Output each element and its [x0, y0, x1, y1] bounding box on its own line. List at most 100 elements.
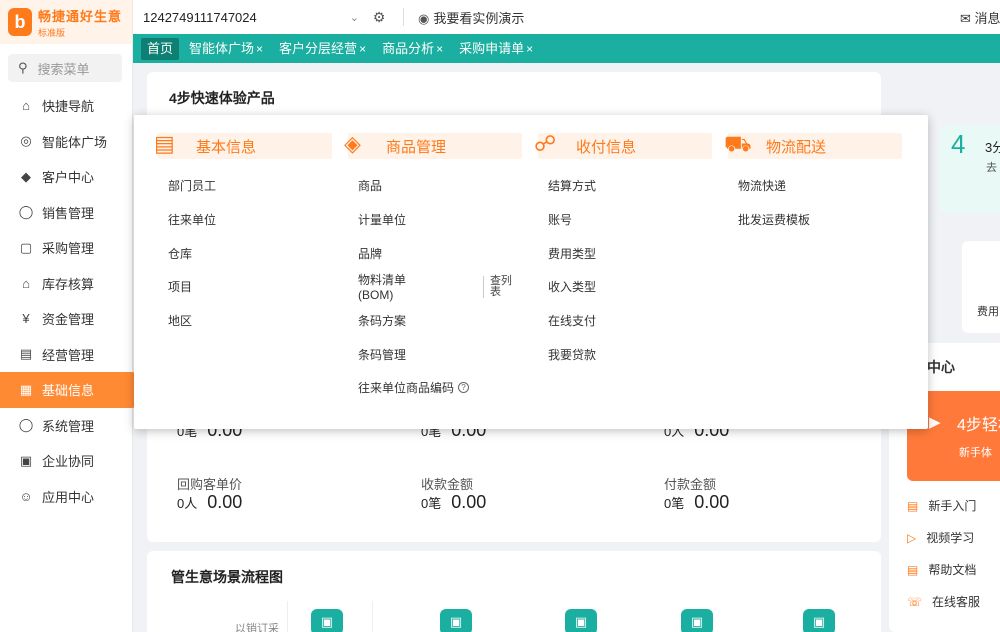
sidebar-item-quick-nav[interactable]: ⌂ 快捷导航: [0, 88, 132, 124]
sidebar-item-ai-plaza[interactable]: ◎ 智能体广场: [0, 124, 132, 160]
menu-column-products: ◈ 商品管理 商品 计量单位 品牌 物料清单(BOM) 查列表 条码方案 条码管理 …: [344, 131, 522, 405]
mini-card-expense[interactable]: 费用: [962, 241, 1000, 333]
menu-item-product[interactable]: 商品: [358, 169, 522, 203]
headset-icon: ☏: [907, 595, 923, 609]
home-icon: ⌂: [22, 98, 30, 114]
account-number: 1242749111747024: [143, 9, 257, 25]
eye-icon: ◉: [418, 10, 430, 26]
menu-item-region[interactable]: 地区: [168, 304, 332, 338]
help-link-docs[interactable]: ▤ 帮助文档: [907, 561, 976, 578]
package-icon[interactable]: ▣: [565, 609, 597, 632]
receipts-label: 收款金额: [421, 477, 474, 492]
divider: [403, 8, 404, 26]
menu-item-partners[interactable]: 往来单位: [168, 203, 332, 237]
menu-item-online-pay[interactable]: 在线支付: [548, 304, 712, 338]
menu-item-freight-template[interactable]: 批发运费模板: [738, 203, 902, 237]
truck-icon: ⛟: [724, 131, 752, 156]
warehouse-icon: ⌂: [22, 275, 30, 291]
demo-link[interactable]: ◉ 我要看实例演示: [418, 8, 524, 27]
tab-home[interactable]: 首页: [141, 37, 180, 60]
column-header-products: ◈ 商品管理: [344, 131, 522, 159]
menu-item-bom[interactable]: 物料清单(BOM) 查列表: [358, 270, 522, 304]
clipboard-icon: ▤: [19, 346, 33, 362]
sidebar-item-operations[interactable]: ▤ 经营管理: [0, 337, 132, 373]
menu-item-loan[interactable]: 我要贷款: [548, 337, 712, 371]
sidebar: b 畅捷通好生意 标准版 ⚲ 搜索菜单 ⌂ 快捷导航 ◎ 智能体广场 ◆ 客户中心 ◯…: [0, 0, 136, 632]
play-icon: ▷: [907, 531, 917, 545]
menu-column-payments: ☍ 收付信息 结算方式 账号 费用类型 收入类型 在线支付 我要贷款: [534, 131, 712, 371]
menu-item-income-type[interactable]: 收入类型: [548, 270, 712, 304]
basic-info-icon: ▤: [154, 131, 175, 156]
invoice-icon[interactable]: ▣: [803, 609, 835, 632]
menu-item-express[interactable]: 物流快递: [738, 169, 902, 203]
column-header-basic-info: ▤ 基本信息: [154, 131, 332, 159]
flow-chart-card: 管生意场景流程图 以销订采 ▣ ▣ ▣ ▣ ▣: [147, 551, 881, 632]
payments-label: 付款金额: [664, 477, 717, 492]
menu-search-placeholder: 搜索菜单: [37, 61, 90, 77]
account-select[interactable]: 1242749111747024 ⌄: [133, 10, 363, 25]
menu-item-project[interactable]: 项目: [168, 270, 332, 304]
menu-item-account[interactable]: 账号: [548, 203, 712, 237]
diamond-icon: ◆: [21, 168, 31, 184]
menu-item-unit[interactable]: 计量单位: [358, 203, 522, 237]
step-number: 4: [951, 129, 966, 159]
menu-column-basic-info: ▤ 基本信息 部门员工 往来单位 仓库 项目 地区: [154, 131, 332, 338]
help-banner-text: 4步轻松: [957, 417, 1000, 434]
box-icon[interactable]: ▣: [311, 609, 343, 632]
sidebar-item-inventory[interactable]: ⌂ 库存核算: [0, 266, 132, 302]
truck-icon[interactable]: ▣: [440, 609, 472, 632]
menu-search-input[interactable]: ⚲ 搜索菜单: [8, 54, 122, 82]
tab-purchase-request[interactable]: 采购申请单 ×: [453, 38, 539, 60]
top-bar: 1242749111747024 ⌄ ⚙ ◉ 我要看实例演示 ✉ 消息: [133, 0, 1000, 34]
loading-icon: ◯: [18, 417, 34, 433]
menu-item-expense-type[interactable]: 费用类型: [548, 236, 712, 270]
close-icon[interactable]: ×: [436, 42, 443, 56]
help-link-beginner[interactable]: ▤ 新手入门: [907, 497, 976, 514]
messages-link[interactable]: ✉ 消息: [960, 8, 1000, 27]
sales-icon: ◯: [18, 204, 34, 220]
help-link-video[interactable]: ▷ 视频学习: [907, 529, 974, 546]
app-name: 畅捷通好生意: [38, 8, 123, 24]
sidebar-item-funds[interactable]: ¥ 资金管理: [0, 301, 132, 337]
gear-icon[interactable]: ⚙: [369, 9, 389, 26]
sidebar-item-collab[interactable]: ▣ 企业协同: [0, 443, 132, 479]
tab-product-analysis[interactable]: 商品分析 ×: [376, 38, 449, 60]
close-icon[interactable]: ×: [359, 42, 366, 56]
menu-column-logistics: ⛟ 物流配送 物流快递 批发运费模板: [724, 131, 902, 237]
bag-icon: ▢: [19, 239, 33, 255]
tab-bar: 首页 智能体广场 × 客户分层经营 × 商品分析 × 采购申请单 ×: [133, 34, 1000, 63]
money-icon: ¥: [22, 311, 30, 327]
app-edition: 标准版: [38, 27, 66, 38]
repurchase-avg-label: 回购客单价: [177, 477, 243, 492]
menu-item-department-staff[interactable]: 部门员工: [168, 169, 332, 203]
tab-customer-tiers[interactable]: 客户分层经营 ×: [273, 38, 372, 60]
sidebar-item-basic-info[interactable]: ▦ 基础信息: [0, 372, 136, 408]
bom-list-link[interactable]: 查列表: [482, 275, 522, 298]
product-icon: ◈: [344, 131, 361, 156]
menu-item-brand[interactable]: 品牌: [358, 236, 522, 270]
step-card[interactable]: 4 3分 去: [939, 125, 1000, 213]
menu-item-partner-product-code[interactable]: 往来单位商品编码?: [358, 371, 522, 405]
stat-repurchase: 0人 0.00: [177, 492, 243, 512]
help-icon[interactable]: ?: [458, 382, 470, 394]
menu-item-barcode-mgmt[interactable]: 条码管理: [358, 337, 522, 371]
close-icon[interactable]: ×: [256, 42, 263, 56]
info-icon: ▦: [19, 381, 33, 397]
menu-item-warehouse[interactable]: 仓库: [168, 236, 332, 270]
app-logo[interactable]: b 畅捷通好生意 标准版: [0, 0, 132, 44]
sidebar-item-apps[interactable]: ☺ 应用中心: [0, 479, 132, 515]
sidebar-item-customers[interactable]: ◆ 客户中心: [0, 159, 132, 195]
menu-item-settlement[interactable]: 结算方式: [548, 169, 712, 203]
sidebar-menu: ⌂ 快捷导航 ◎ 智能体广场 ◆ 客户中心 ◯ 销售管理 ▢ 采购管理 ⌂ 库存核算 ¥ 资金…: [0, 88, 136, 515]
sidebar-item-purchase[interactable]: ▢ 采购管理: [0, 230, 132, 266]
tab-ai-plaza[interactable]: 智能体广场 ×: [183, 38, 269, 60]
menu-item-barcode-scheme[interactable]: 条码方案: [358, 304, 522, 338]
quick-start-title: 4步快速体验产品: [169, 90, 275, 106]
close-icon[interactable]: ×: [526, 42, 533, 56]
column-header-payments: ☍ 收付信息: [534, 131, 712, 159]
sidebar-item-sales[interactable]: ◯ 销售管理: [0, 195, 132, 231]
sync-icon: ▣: [19, 452, 33, 468]
warehouse-icon[interactable]: ▣: [681, 609, 713, 632]
help-link-support[interactable]: ☏ 在线客服: [907, 593, 980, 610]
sidebar-item-system[interactable]: ◯ 系统管理: [0, 408, 132, 444]
